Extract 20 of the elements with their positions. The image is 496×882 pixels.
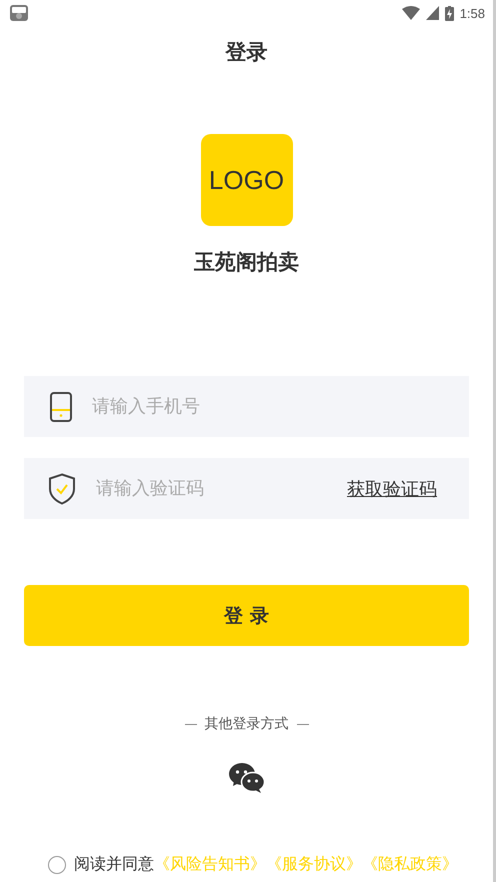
wechat-icon[interactable] <box>228 763 264 793</box>
login-button[interactable]: 登 录 <box>24 585 469 646</box>
code-input[interactable]: 请输入验证码 <box>94 477 329 500</box>
phone-input[interactable]: 请输入手机号 <box>90 395 445 418</box>
code-field[interactable]: 请输入验证码 获取验证码 <box>24 458 469 519</box>
shield-check-icon <box>48 472 76 504</box>
phone-field[interactable]: 请输入手机号 <box>24 376 469 437</box>
battery-icon <box>444 6 454 20</box>
get-code-link[interactable]: 获取验证码 <box>347 476 437 500</box>
agree-checkbox[interactable] <box>48 856 66 874</box>
phone-icon <box>50 392 72 422</box>
status-time: 1:58 <box>460 6 485 20</box>
app-name: 玉苑阁拍卖 <box>194 249 299 276</box>
signal-icon <box>426 6 439 20</box>
other-login-label: 其他登录方式 <box>204 715 288 733</box>
app-logo: LOGO <box>200 134 292 226</box>
page-title: 登录 <box>226 39 268 66</box>
agreement-text: 阅读并同意 <box>74 854 154 875</box>
wifi-icon <box>402 6 420 20</box>
app-notification-icon <box>10 5 28 21</box>
